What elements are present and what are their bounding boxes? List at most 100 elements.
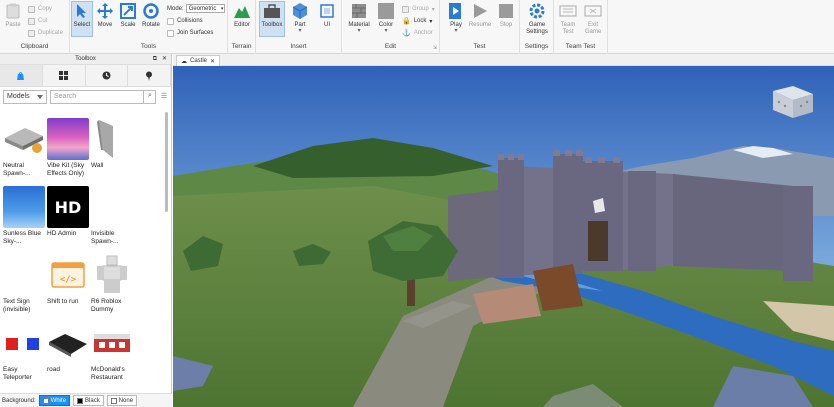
group-button[interactable]: Group ▾	[402, 4, 435, 14]
item-thumbnail	[47, 118, 89, 160]
color-button[interactable]: Color ▾	[375, 2, 397, 34]
lock-button[interactable]: 🔒 Lock ▾	[402, 16, 432, 26]
group-icon	[402, 5, 409, 13]
list-item[interactable]: road	[47, 322, 91, 386]
ui-frame-icon	[318, 2, 336, 20]
exit-game-button[interactable]: Exit Game	[582, 2, 604, 36]
item-thumbnail	[47, 322, 89, 364]
item-thumbnail	[3, 254, 45, 296]
settings-group-label: Settings	[524, 43, 549, 50]
filter-icon[interactable]: ☰	[159, 90, 169, 104]
tab-creations[interactable]	[128, 65, 171, 86]
clipboard-group: Paste Copy Cut Duplicate Clipboard	[0, 0, 70, 54]
list-item[interactable]: </> Shift to run	[47, 254, 91, 322]
toolbox-search-row: Models Search ⌕ ☰	[3, 90, 169, 104]
list-item[interactable]: HD HD Admin	[47, 186, 91, 254]
background-black-button[interactable]: Black	[73, 395, 104, 406]
play-button[interactable]: Play ▾	[445, 2, 467, 34]
cut-icon	[28, 17, 35, 25]
team-test-icon	[559, 2, 577, 20]
item-label: Easy Teleporter	[3, 366, 32, 381]
background-none-button[interactable]: None	[106, 395, 138, 406]
part-button[interactable]: Part ▾	[289, 2, 311, 34]
scale-button[interactable]: Scale	[117, 2, 139, 29]
list-item[interactable]: Neutral Spawn-...	[3, 118, 47, 186]
close-icon[interactable]: ✕	[162, 54, 167, 65]
move-icon	[96, 2, 114, 20]
list-item[interactable]: Wall	[91, 118, 135, 186]
expand-icon[interactable]: ⇲	[433, 45, 437, 51]
cut-button[interactable]: Cut	[28, 16, 47, 26]
game-settings-button[interactable]: Game Settings	[525, 2, 549, 36]
list-item[interactable]: Vibe Kit (Sky Effects Only)	[47, 118, 91, 186]
category-dropdown[interactable]: Models	[3, 90, 47, 104]
item-label: R6 Roblox Dummy	[91, 298, 122, 313]
chevron-down-icon: ▾	[220, 6, 224, 12]
terrain-group: Editor Terrain	[228, 0, 256, 54]
mode-selector[interactable]: Mode: Geometric ▾	[167, 4, 226, 13]
tab-recent[interactable]	[85, 65, 129, 86]
list-item[interactable]: McDonald's Restaurant	[91, 322, 135, 386]
item-thumbnail	[91, 186, 133, 228]
item-label: Neutral Spawn-...	[3, 162, 31, 177]
stop-button[interactable]: Stop	[495, 2, 517, 29]
item-thumbnail	[3, 118, 45, 160]
toolbox-icon	[263, 2, 281, 20]
document-tabs: ☁ Castle ✕	[173, 54, 834, 66]
pin-icon	[146, 71, 153, 81]
paste-button[interactable]: Paste	[2, 2, 24, 29]
item-label: Sunless Blue Sky-...	[3, 230, 41, 245]
background-white-button[interactable]: White	[38, 395, 71, 406]
list-item[interactable]: Sunless Blue Sky-...	[3, 186, 47, 254]
item-label: Wall	[91, 162, 104, 169]
list-item[interactable]: Easy Teleporter	[3, 322, 47, 386]
search-input[interactable]: Search ⌕	[50, 90, 156, 104]
item-thumbnail: HD	[47, 186, 89, 228]
team-test-button[interactable]: Team Test	[557, 2, 579, 36]
select-button[interactable]: Select	[71, 1, 93, 37]
item-label: McDonald's Restaurant	[91, 366, 125, 381]
toolbox-button[interactable]: Toolbox	[259, 1, 285, 37]
collisions-toggle[interactable]: Collisions	[167, 16, 203, 26]
resume-button[interactable]: Resume	[469, 2, 491, 29]
undock-icon[interactable]: ⧉	[153, 54, 157, 65]
settings-group: Game Settings Settings	[520, 0, 554, 54]
tab-castle[interactable]: ☁ Castle ✕	[176, 55, 221, 66]
anchor-button[interactable]: ⚓ Anchor	[402, 28, 433, 38]
copy-button[interactable]: Copy	[28, 4, 52, 14]
item-label: road	[47, 366, 61, 373]
tab-marketplace[interactable]	[42, 65, 86, 86]
material-button[interactable]: Material ▾	[346, 2, 372, 34]
background-label: Background:	[2, 397, 36, 404]
item-thumbnail	[3, 186, 45, 228]
rotate-button[interactable]: Rotate	[140, 2, 162, 29]
list-item[interactable]: Text Sign (invisible)	[3, 254, 47, 322]
mode-dropdown[interactable]: Geometric ▾	[185, 4, 226, 13]
test-group-label: Test	[473, 43, 486, 50]
terrain-editor-button[interactable]: Editor	[231, 2, 253, 29]
team-test-group: Team Test Exit Game Team Test	[554, 0, 608, 54]
list-item[interactable]: R6 Roblox Dummy	[91, 254, 135, 322]
3d-viewport[interactable]	[173, 66, 834, 407]
paste-icon	[4, 2, 22, 20]
checkbox-icon	[167, 29, 174, 37]
scale-icon	[119, 2, 137, 20]
item-label: Invisible Spawn-...	[91, 230, 119, 245]
tab-inventory[interactable]	[0, 65, 43, 86]
scene-render	[173, 66, 834, 407]
ribbon: Paste Copy Cut Duplicate Clipboard Selec…	[0, 0, 834, 54]
move-button[interactable]: Move	[94, 2, 116, 29]
join-surfaces-toggle[interactable]: Join Surfaces	[167, 28, 213, 38]
list-item[interactable]: Invisible Spawn-...	[91, 186, 135, 254]
clipboard-group-label: Clipboard	[20, 43, 49, 50]
duplicate-button[interactable]: Duplicate	[28, 28, 63, 38]
scrollbar[interactable]	[165, 112, 168, 212]
insert-group-label: Insert	[290, 43, 307, 50]
search-icon[interactable]: ⌕	[143, 90, 156, 104]
toolbox-panel: Toolbox ⧉ ✕ Models Search ⌕ ☰ Neutral Spa…	[0, 54, 172, 407]
ui-button[interactable]: UI	[316, 2, 338, 29]
toolbox-grid: Neutral Spawn-... Vibe Kit (Sky Effects …	[0, 114, 168, 386]
edit-group-label: Edit	[384, 43, 397, 50]
item-label: Shift to run	[47, 298, 79, 305]
close-icon[interactable]: ✕	[210, 58, 215, 65]
